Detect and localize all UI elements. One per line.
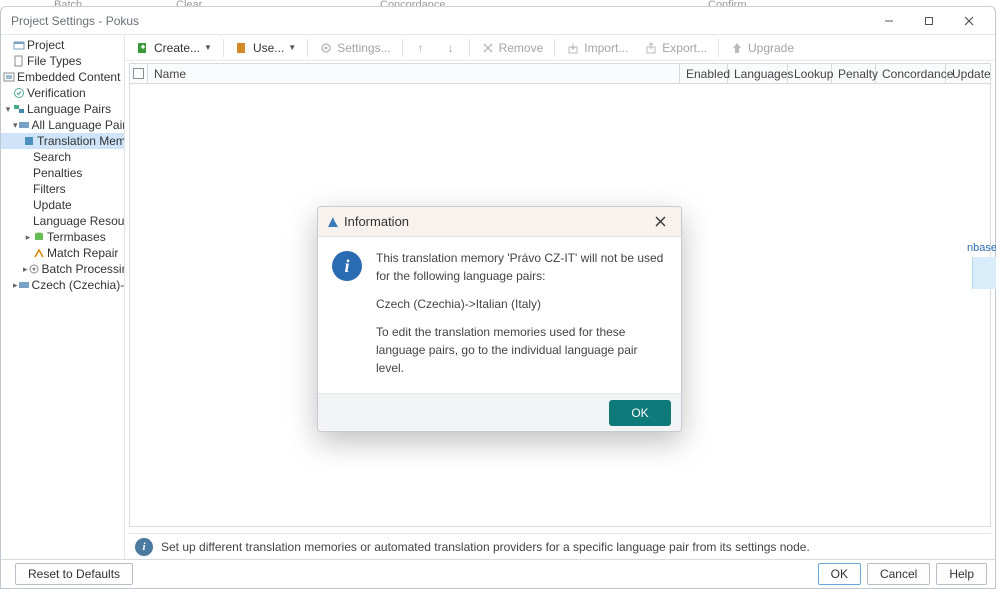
- batch-processing-icon: [28, 263, 40, 275]
- tree-item-language-resource[interactable]: Language Resource: [1, 213, 124, 229]
- window-title: Project Settings - Pokus: [11, 14, 869, 28]
- dialog-button-bar: Reset to Defaults OK Cancel Help: [1, 559, 995, 588]
- dialog-message: This translation memory 'Právo CZ-IT' wi…: [376, 249, 667, 377]
- remove-button[interactable]: Remove: [474, 37, 551, 59]
- dialog-title: Information: [344, 214, 647, 229]
- information-dialog: Information i This translation memory 'P…: [317, 206, 682, 432]
- use-icon: [235, 41, 249, 55]
- tree-item-verification[interactable]: Verification: [1, 85, 124, 101]
- arrow-up-icon: ↑: [414, 41, 428, 55]
- info-icon: i: [332, 251, 362, 281]
- header-name[interactable]: Name: [148, 64, 680, 83]
- help-button[interactable]: Help: [936, 563, 987, 585]
- window-titlebar: Project Settings - Pokus: [1, 7, 995, 35]
- move-up-button[interactable]: ↑: [407, 37, 435, 59]
- embedded-content-icon: [3, 71, 15, 83]
- settings-button[interactable]: Settings...: [312, 37, 397, 59]
- header-concordance[interactable]: Concordance: [876, 64, 946, 83]
- move-down-button[interactable]: ↓: [437, 37, 465, 59]
- header-penalty[interactable]: Penalty: [832, 64, 876, 83]
- gear-icon: [319, 41, 333, 55]
- header-enabled[interactable]: Enabled: [680, 64, 728, 83]
- tree-item-batch-processing[interactable]: ▸ Batch Processing: [1, 261, 124, 277]
- dialog-footer: OK: [318, 393, 681, 431]
- tree-item-language-pairs[interactable]: ▾ Language Pairs: [1, 101, 124, 117]
- tree-item-search[interactable]: Search: [1, 149, 124, 165]
- tree-item-translation-memory[interactable]: Translation Memor: [1, 133, 124, 149]
- create-icon: [136, 41, 150, 55]
- dialog-body: i This translation memory 'Právo CZ-IT' …: [318, 237, 681, 393]
- bg-highlight-strip: [972, 257, 996, 289]
- header-update[interactable]: Update: [946, 64, 990, 83]
- tm-table-header: Name Enabled Languages Lookup Penalty Co…: [130, 64, 990, 84]
- tree-item-match-repair[interactable]: Match Repair: [1, 245, 124, 261]
- tree-item-file-types[interactable]: File Types: [1, 53, 124, 69]
- tree-item-filters[interactable]: Filters: [1, 181, 124, 197]
- close-button[interactable]: [949, 10, 989, 32]
- file-types-icon: [13, 55, 25, 67]
- language-pair-icon: [18, 279, 30, 291]
- remove-icon: [481, 41, 495, 55]
- dialog-close-button[interactable]: [647, 211, 673, 233]
- termbase-icon: [33, 231, 45, 243]
- import-icon: [566, 41, 580, 55]
- ok-button[interactable]: OK: [818, 563, 861, 585]
- reset-defaults-button[interactable]: Reset to Defaults: [15, 563, 133, 585]
- dropdown-caret-icon: ▼: [288, 43, 296, 52]
- caret-down-icon: ▾: [3, 104, 13, 115]
- dropdown-caret-icon: ▼: [204, 43, 212, 52]
- upgrade-icon: [730, 41, 744, 55]
- export-icon: [644, 41, 658, 55]
- verification-icon: [13, 87, 25, 99]
- project-icon: [13, 39, 25, 51]
- create-button[interactable]: Create... ▼: [129, 37, 219, 59]
- app-icon: [326, 215, 340, 229]
- tree-item-all-language-pairs[interactable]: ▾ All Language Pairs: [1, 117, 124, 133]
- tm-toolbar: Create... ▼ Use... ▼ Settings... ↑: [125, 35, 995, 61]
- caret-right-icon: ▸: [23, 232, 33, 243]
- tree-item-update[interactable]: Update: [1, 197, 124, 213]
- export-button[interactable]: Export...: [637, 37, 714, 59]
- tree-item-czech-italian[interactable]: ▸ Czech (Czechia)->Itali: [1, 277, 124, 293]
- info-bar: i Set up different translation memories …: [129, 533, 991, 559]
- translation-memory-icon: [23, 135, 35, 147]
- arrow-down-icon: ↓: [444, 41, 458, 55]
- upgrade-button[interactable]: Upgrade: [723, 37, 801, 59]
- all-language-pairs-icon: [18, 119, 30, 131]
- tree-item-embedded-content[interactable]: Embedded Content Pro: [1, 69, 124, 85]
- header-checkbox[interactable]: [130, 64, 148, 83]
- language-pairs-icon: [13, 103, 25, 115]
- import-button[interactable]: Import...: [559, 37, 635, 59]
- header-languages[interactable]: Languages: [728, 64, 788, 83]
- match-repair-icon: [33, 247, 45, 259]
- dialog-titlebar: Information: [318, 207, 681, 237]
- cancel-button[interactable]: Cancel: [867, 563, 930, 585]
- tree-item-project[interactable]: Project: [1, 37, 124, 53]
- close-icon: [655, 216, 666, 227]
- tree-item-termbases[interactable]: ▸ Termbases: [1, 229, 124, 245]
- settings-tree: Project File Types Embedded Content Pro …: [1, 35, 125, 559]
- dialog-ok-button[interactable]: OK: [609, 400, 671, 426]
- minimize-button[interactable]: [869, 10, 909, 32]
- header-lookup[interactable]: Lookup: [788, 64, 832, 83]
- info-icon: i: [135, 538, 153, 556]
- tree-item-penalties[interactable]: Penalties: [1, 165, 124, 181]
- maximize-button[interactable]: [909, 10, 949, 32]
- bg-hint-nbase: nbase: [967, 242, 996, 254]
- use-button[interactable]: Use... ▼: [228, 37, 303, 59]
- info-bar-text: Set up different translation memories or…: [161, 540, 810, 554]
